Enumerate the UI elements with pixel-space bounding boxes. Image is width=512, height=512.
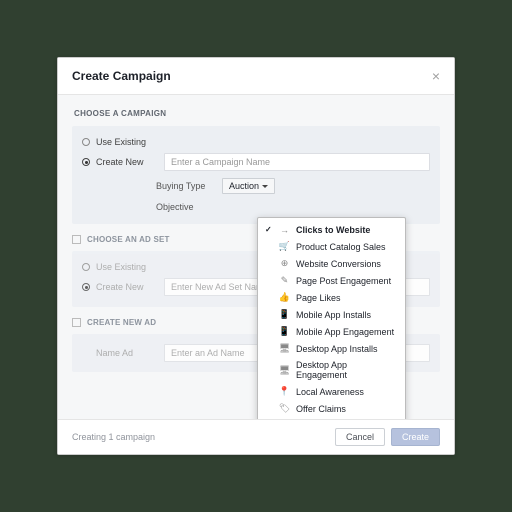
adset-use-existing-label: Use Existing [96,262,158,272]
footer-status: Creating 1 campaign [72,432,155,442]
objective-option[interactable]: 📍 Local Awareness [258,383,405,400]
adset-create-new-label: Create New [96,282,158,292]
modal-footer: Creating 1 campaign Cancel Create [58,419,454,454]
objective-option[interactable]: 🛒 Product Catalog Sales [258,238,405,255]
objective-option[interactable]: ✓ → Clicks to Website [258,221,405,238]
ad-checkbox[interactable] [72,318,81,327]
campaign-panel: Use Existing Create New Enter a Campaign… [72,126,440,224]
modal-header: Create Campaign × [58,58,454,95]
objective-icon: 👍 [279,292,290,303]
create-new-label: Create New [96,157,158,167]
objective-option[interactable]: 🖥 Desktop App Engagement [258,357,405,383]
objective-option[interactable]: 📅Event Responses [258,417,405,419]
objective-icon: 📱 [279,309,290,320]
objective-label: Objective [156,202,208,212]
adset-use-existing-radio[interactable] [82,263,90,271]
objective-icon: 📍 [279,386,290,397]
objective-icon: ✎ [279,275,290,286]
objective-option[interactable]: 📱 Mobile App Engagement [258,323,405,340]
adset-create-new-radio[interactable] [82,283,90,291]
objective-label: Desktop App Engagement [296,360,398,380]
objective-label: Mobile App Engagement [296,327,394,337]
objective-label: Website Conversions [296,259,381,269]
create-button[interactable]: Create [391,428,440,446]
objective-label: Page Post Engagement [296,276,391,286]
modal-body: CHOOSE A CAMPAIGN Use Existing Create Ne… [58,95,454,419]
objective-label: Offer Claims [296,404,346,414]
checkmark-icon: ✓ [265,225,273,234]
close-icon[interactable]: × [432,68,440,84]
campaign-section-title: CHOOSE A CAMPAIGN [72,105,440,126]
objective-option[interactable]: 📱 Mobile App Installs [258,306,405,323]
objective-icon: → [279,224,290,235]
cancel-button[interactable]: Cancel [335,428,385,446]
objective-label: Product Catalog Sales [296,242,386,252]
objective-option[interactable]: 🖥 Desktop App Installs [258,340,405,357]
objective-icon: 🖥 [279,343,290,354]
objective-label: Desktop App Installs [296,344,378,354]
objective-label: Clicks to Website [296,225,370,235]
objective-label: Mobile App Installs [296,310,371,320]
objective-icon: ⊕ [279,258,290,269]
create-new-radio[interactable] [82,158,90,166]
modal-title: Create Campaign [72,69,171,83]
objective-option[interactable]: 👍 Page Likes [258,289,405,306]
objective-option[interactable]: 🏷 Offer Claims [258,400,405,417]
objective-icon: 🖥 [279,365,290,376]
objective-option[interactable]: ✎ Page Post Engagement [258,272,405,289]
objective-label: Local Awareness [296,387,364,397]
adset-checkbox[interactable] [72,235,81,244]
objective-label: Page Likes [296,293,341,303]
objective-icon: 🛒 [279,241,290,252]
buying-type-label: Buying Type [156,181,208,191]
objective-icon: 📱 [279,326,290,337]
buying-type-dropdown[interactable]: Auction [222,178,275,194]
create-campaign-modal: Create Campaign × CHOOSE A CAMPAIGN Use … [57,57,455,455]
use-existing-label: Use Existing [96,137,158,147]
objective-option[interactable]: ⊕ Website Conversions [258,255,405,272]
objective-dropdown[interactable]: ✓ → Clicks to Website 🛒 Product Catalog Sale… [257,217,406,419]
use-existing-radio[interactable] [82,138,90,146]
objective-icon: 🏷 [279,403,290,414]
ad-name-label: Name Ad [96,348,158,358]
campaign-name-input[interactable]: Enter a Campaign Name [164,153,430,171]
